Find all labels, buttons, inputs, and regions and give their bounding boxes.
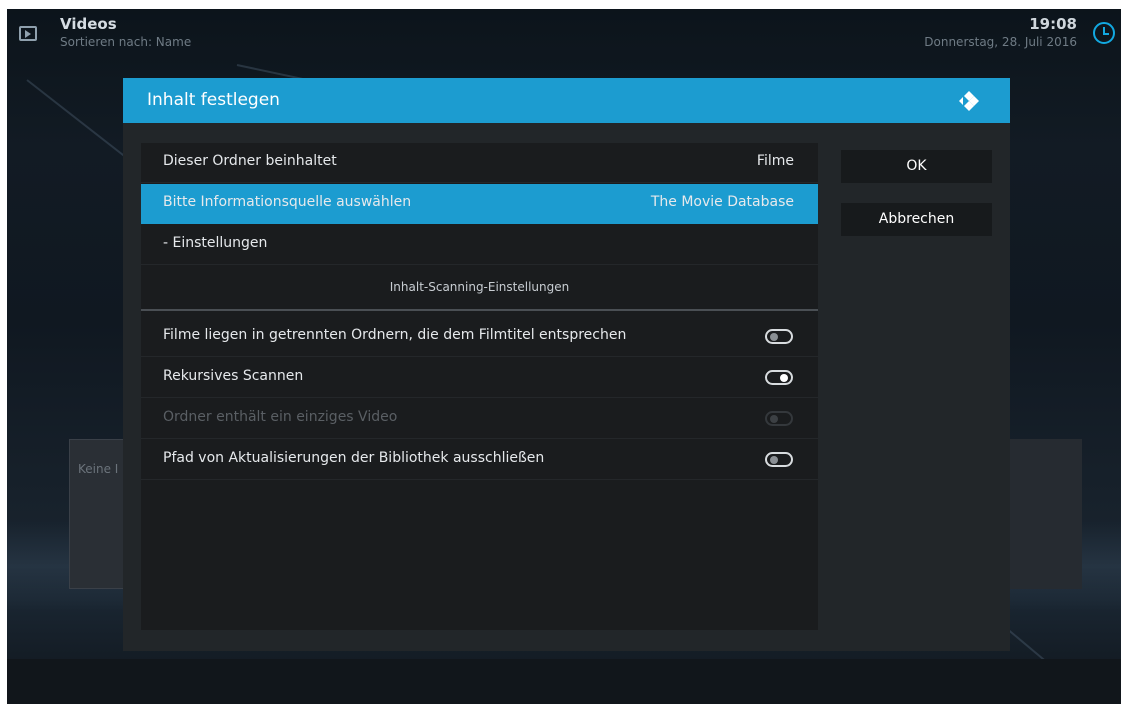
ok-button[interactable]: OK xyxy=(841,150,992,183)
bottom-bar xyxy=(7,659,1121,704)
settings-row[interactable]: - Einstellungen xyxy=(141,225,818,265)
toggle-switch[interactable] xyxy=(765,452,793,467)
dialog-header: Inhalt festlegen xyxy=(123,78,1010,123)
settings-list: Dieser Ordner beinhaltet Filme Bitte Inf… xyxy=(141,143,818,630)
toggle-switch[interactable] xyxy=(765,329,793,344)
kodi-screen: Keine I Videos Sortieren nach: Name 19:0… xyxy=(7,9,1121,704)
content-type-value: Filme xyxy=(756,153,794,169)
toggle-switch xyxy=(765,411,793,426)
clock-time: 19:08 xyxy=(1029,15,1077,33)
dialog-title: Inhalt festlegen xyxy=(147,90,280,110)
content-type-row[interactable]: Dieser Ordner beinhaltet Filme xyxy=(141,143,818,183)
cancel-button[interactable]: Abbrechen xyxy=(841,203,992,236)
videos-icon xyxy=(19,26,37,41)
toggle-row-exclude-library-updates[interactable]: Pfad von Aktualisierungen der Bibliothek… xyxy=(141,440,818,480)
scanning-section-header: Inhalt-Scanning-Einstellungen xyxy=(141,267,818,311)
app-title: Videos xyxy=(60,15,117,33)
toggle-row-single-video: Ordner enthält ein einziges Video xyxy=(141,399,818,439)
info-source-value: The Movie Database xyxy=(650,194,794,210)
toggle-label: Ordner enthält ein einziges Video xyxy=(163,409,398,425)
toggle-knob xyxy=(770,415,778,423)
info-source-row[interactable]: Bitte Informationsquelle auswählen The M… xyxy=(141,184,818,224)
toggle-label: Rekursives Scannen xyxy=(163,368,304,384)
toggle-knob xyxy=(770,333,778,341)
content-type-label: Dieser Ordner beinhaltet xyxy=(163,153,337,169)
background-panel-text: Keine I xyxy=(78,462,119,476)
toggle-row-recursive-scan[interactable]: Rekursives Scannen xyxy=(141,358,818,398)
toggle-knob xyxy=(780,374,788,382)
info-source-label: Bitte Informationsquelle auswählen xyxy=(163,194,412,210)
toggle-row-separate-folders[interactable]: Filme liegen in getrennten Ordnern, die … xyxy=(141,317,818,357)
background-panel-right xyxy=(1007,439,1082,589)
background-streak xyxy=(26,79,138,167)
toggle-knob xyxy=(770,456,778,464)
toggle-label: Pfad von Aktualisierungen der Bibliothek… xyxy=(163,450,545,466)
kodi-logo-icon xyxy=(959,91,979,111)
sort-label: Sortieren nach: Name xyxy=(60,35,192,49)
toggle-label: Filme liegen in getrennten Ordnern, die … xyxy=(163,327,627,343)
toggle-switch[interactable] xyxy=(765,370,793,385)
settings-label: - Einstellungen xyxy=(163,235,268,251)
section-title: Inhalt-Scanning-Einstellungen xyxy=(389,280,570,294)
set-content-dialog: Inhalt festlegen Dieser Ordner beinhalte… xyxy=(123,78,1010,651)
clock-date: Donnerstag, 28. Juli 2016 xyxy=(924,35,1077,49)
clock-icon xyxy=(1093,22,1115,44)
